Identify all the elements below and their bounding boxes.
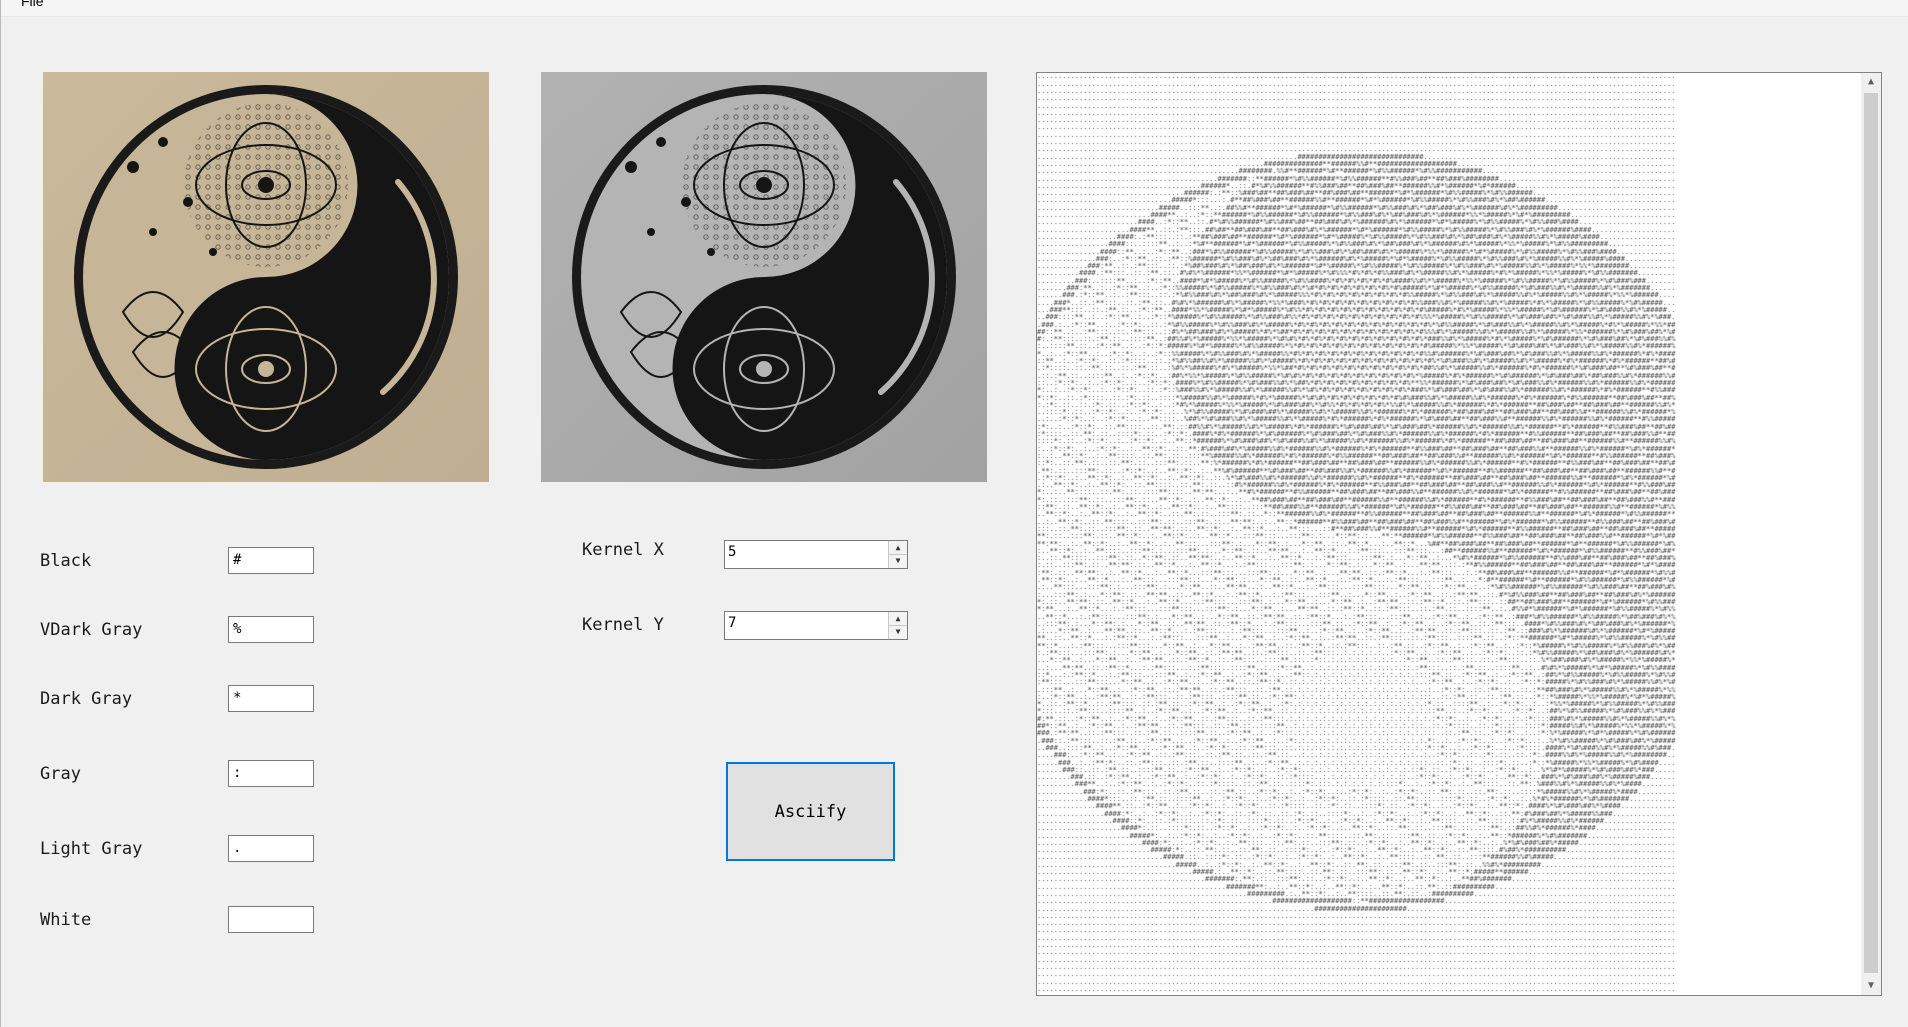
kernel-x-up-icon[interactable]: ▲ [889, 541, 907, 555]
vdark-gray-label: VDark Gray [40, 620, 143, 640]
kernel-y-up-icon[interactable]: ▲ [889, 612, 907, 626]
kernel-y-label: Kernel Y [582, 615, 664, 635]
light-gray-label: Light Gray [40, 839, 143, 859]
black-char-input[interactable]: # [228, 547, 314, 574]
ascii-art-output [1037, 73, 1862, 995]
kernel-x-spin-buttons: ▲ ▼ [888, 541, 907, 568]
kernel-y-down-icon[interactable]: ▼ [889, 625, 907, 638]
ascii-output-textbox[interactable]: ▲ ▼ [1036, 72, 1882, 996]
yin-yang-mandala-grayscale-image [541, 72, 987, 482]
gray-char-input[interactable]: : [228, 760, 314, 787]
original-image [43, 72, 489, 482]
asciify-button[interactable]: Asciify [726, 762, 895, 861]
dark-gray-label: Dark Gray [40, 689, 133, 709]
kernel-y-stepper[interactable]: 7 ▲ ▼ [724, 611, 908, 640]
white-char-input[interactable] [228, 906, 314, 933]
white-label: White [40, 910, 92, 930]
kernel-x-value[interactable]: 5 [728, 544, 736, 560]
kernel-x-label: Kernel X [582, 540, 664, 560]
dark-gray-char-input[interactable]: * [228, 685, 314, 712]
grayscale-image [541, 72, 987, 482]
kernel-y-value[interactable]: 7 [728, 615, 736, 631]
scroll-down-icon[interactable]: ▼ [1861, 977, 1881, 995]
menu-bar: File [1, 0, 1908, 17]
black-label: Black [40, 551, 92, 571]
gray-label: Gray [40, 764, 81, 784]
light-gray-char-input[interactable]: . [228, 835, 314, 862]
vertical-scrollbar[interactable]: ▲ ▼ [1861, 73, 1881, 995]
scrollbar-thumb[interactable] [1864, 93, 1878, 973]
vdark-gray-char-input[interactable]: % [228, 616, 314, 643]
menu-file[interactable]: File [21, 0, 44, 9]
kernel-x-down-icon[interactable]: ▼ [889, 554, 907, 567]
yin-yang-mandala-image [43, 72, 489, 482]
kernel-x-stepper[interactable]: 5 ▲ ▼ [724, 540, 908, 569]
kernel-y-spin-buttons: ▲ ▼ [888, 612, 907, 639]
app-window: File Black # VDark Gray % Dark Gray * Gr… [0, 0, 1908, 1027]
scroll-up-icon[interactable]: ▲ [1861, 73, 1881, 91]
